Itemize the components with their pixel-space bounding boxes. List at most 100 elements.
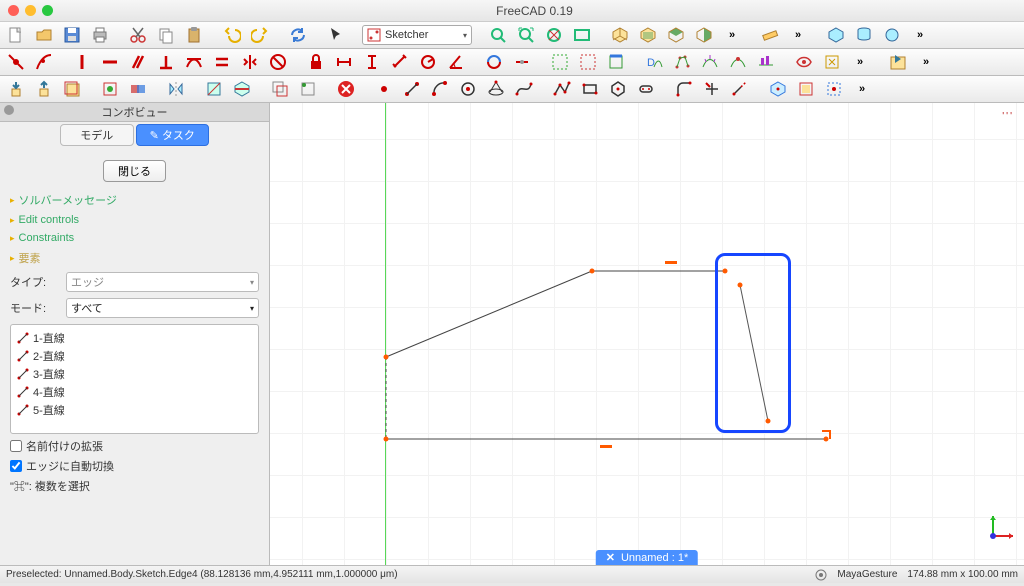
tab-task[interactable]: タスク xyxy=(136,124,210,146)
element-list[interactable]: 1-直線 2-直線 3-直線 4-直線 5-直線 xyxy=(10,324,259,434)
view-section-icon[interactable] xyxy=(230,78,254,100)
cut-icon[interactable] xyxy=(126,24,150,46)
sk-fillet-icon[interactable] xyxy=(672,78,696,100)
constr-tangent-icon[interactable] xyxy=(182,51,206,73)
zoom-all-icon[interactable] xyxy=(514,24,538,46)
sk-external-icon[interactable] xyxy=(766,78,790,100)
list-item[interactable]: 2-直線 xyxy=(15,347,254,365)
constr-angle-icon[interactable] xyxy=(444,51,468,73)
constr-pointonline-icon[interactable] xyxy=(32,51,56,73)
document-tab[interactable]: ✕ Unnamed : 1* xyxy=(596,550,698,565)
sk-construction-icon[interactable] xyxy=(822,78,846,100)
redo-icon[interactable] xyxy=(248,24,272,46)
tab-close-icon[interactable]: ✕ xyxy=(606,551,615,564)
draw-style-icon[interactable] xyxy=(542,24,566,46)
measure-more-icon[interactable]: » xyxy=(786,24,810,46)
status-nav[interactable]: MayaGesture xyxy=(837,569,897,580)
minimize-window-icon[interactable] xyxy=(25,5,36,16)
constr-block-icon[interactable] xyxy=(266,51,290,73)
view-top-icon[interactable] xyxy=(664,24,688,46)
mode-select[interactable]: すべて▾ xyxy=(66,298,259,318)
shapes-more-icon[interactable]: » xyxy=(908,24,932,46)
close-button[interactable]: 閉じる xyxy=(103,160,166,182)
close-window-icon[interactable] xyxy=(8,5,19,16)
sk-carbon-icon[interactable] xyxy=(794,78,818,100)
list-item[interactable]: 4-直線 xyxy=(15,383,254,401)
sketch-canvas[interactable]: ''' xyxy=(270,103,1024,565)
select-associated-icon[interactable] xyxy=(576,51,600,73)
cursor-icon[interactable] xyxy=(324,24,348,46)
constr-vertical-icon[interactable] xyxy=(70,51,94,73)
refresh-icon[interactable] xyxy=(286,24,310,46)
type-select[interactable]: エッジ▾ xyxy=(66,272,259,292)
sk-trim-icon[interactable] xyxy=(700,78,724,100)
section-elements[interactable]: ▸要素 xyxy=(10,250,259,266)
list-item[interactable]: 3-直線 xyxy=(15,365,254,383)
constr-radius-icon[interactable] xyxy=(416,51,440,73)
sk-point-icon[interactable] xyxy=(372,78,396,100)
mirror-sketch-icon[interactable] xyxy=(164,78,188,100)
bspline-degree-icon[interactable]: D xyxy=(642,51,666,73)
sk-bspline-icon[interactable] xyxy=(512,78,536,100)
undo-icon[interactable] xyxy=(220,24,244,46)
virtual-space-icon[interactable] xyxy=(792,51,816,73)
bspline-poly-icon[interactable] xyxy=(670,51,694,73)
export-icon[interactable] xyxy=(32,78,56,100)
view-right-icon[interactable] xyxy=(692,24,716,46)
sk-conic-icon[interactable] xyxy=(484,78,508,100)
leave-sketch-icon[interactable] xyxy=(886,51,910,73)
bspline-knot-icon[interactable] xyxy=(726,51,750,73)
view-front-icon[interactable] xyxy=(636,24,660,46)
constr-coincident-icon[interactable] xyxy=(4,51,28,73)
constr-horizontal-icon[interactable] xyxy=(98,51,122,73)
carbon-copy-icon[interactable] xyxy=(268,78,292,100)
constr-hdist-icon[interactable] xyxy=(332,51,356,73)
open-file-icon[interactable] xyxy=(32,24,56,46)
print-icon[interactable] xyxy=(88,24,112,46)
zoom-fit-icon[interactable] xyxy=(486,24,510,46)
bspline-weight-icon[interactable] xyxy=(754,51,778,73)
validate-icon[interactable] xyxy=(98,78,122,100)
geometry-more-icon[interactable]: » xyxy=(850,78,874,100)
sk-polyline-icon[interactable] xyxy=(550,78,574,100)
new-file-icon[interactable] xyxy=(4,24,28,46)
sk-line-icon[interactable] xyxy=(400,78,424,100)
sk-rect-icon[interactable] xyxy=(578,78,602,100)
constraints-more-icon[interactable]: » xyxy=(848,51,872,73)
constr-active-icon[interactable] xyxy=(510,51,534,73)
paste-icon[interactable] xyxy=(182,24,206,46)
sk-extend-icon[interactable] xyxy=(728,78,752,100)
constr-perp-icon[interactable] xyxy=(154,51,178,73)
constr-parallel-icon[interactable] xyxy=(126,51,150,73)
view-iso-icon[interactable] xyxy=(608,24,632,46)
part-cyl-icon[interactable] xyxy=(852,24,876,46)
part-more-icon[interactable] xyxy=(880,24,904,46)
show-hide-icon[interactable] xyxy=(604,51,628,73)
constr-dist-icon[interactable] xyxy=(388,51,412,73)
chk-autoswitch[interactable]: エッジに自動切換 xyxy=(10,458,259,474)
sk-slot-icon[interactable] xyxy=(634,78,658,100)
tab-model[interactable]: モデル xyxy=(60,124,134,146)
select-constraints-icon[interactable] xyxy=(548,51,572,73)
sketch-more-icon[interactable]: » xyxy=(914,51,938,73)
bbox-icon[interactable] xyxy=(570,24,594,46)
chk-naming[interactable]: 名前付けの拡張 xyxy=(10,438,259,454)
view-more-icon[interactable]: » xyxy=(720,24,744,46)
section-solver[interactable]: ▸ソルバーメッセージ xyxy=(10,192,259,208)
constr-symmetric-icon[interactable] xyxy=(238,51,262,73)
sk-polygon-icon[interactable] xyxy=(606,78,630,100)
bspline-comb-icon[interactable] xyxy=(698,51,722,73)
external-geom-icon[interactable] xyxy=(296,78,320,100)
sk-circle-icon[interactable] xyxy=(456,78,480,100)
constr-equal-icon[interactable] xyxy=(210,51,234,73)
import-icon[interactable] xyxy=(4,78,28,100)
save-icon[interactable] xyxy=(60,24,84,46)
constr-vdist-icon[interactable] xyxy=(360,51,384,73)
measure-icon[interactable] xyxy=(758,24,782,46)
map-sketch-icon[interactable] xyxy=(60,78,84,100)
nav-style-icon[interactable] xyxy=(815,569,827,581)
maximize-window-icon[interactable] xyxy=(42,5,53,16)
constr-lock-icon[interactable] xyxy=(304,51,328,73)
switch-space-icon[interactable] xyxy=(820,51,844,73)
list-item[interactable]: 5-直線 xyxy=(15,401,254,419)
